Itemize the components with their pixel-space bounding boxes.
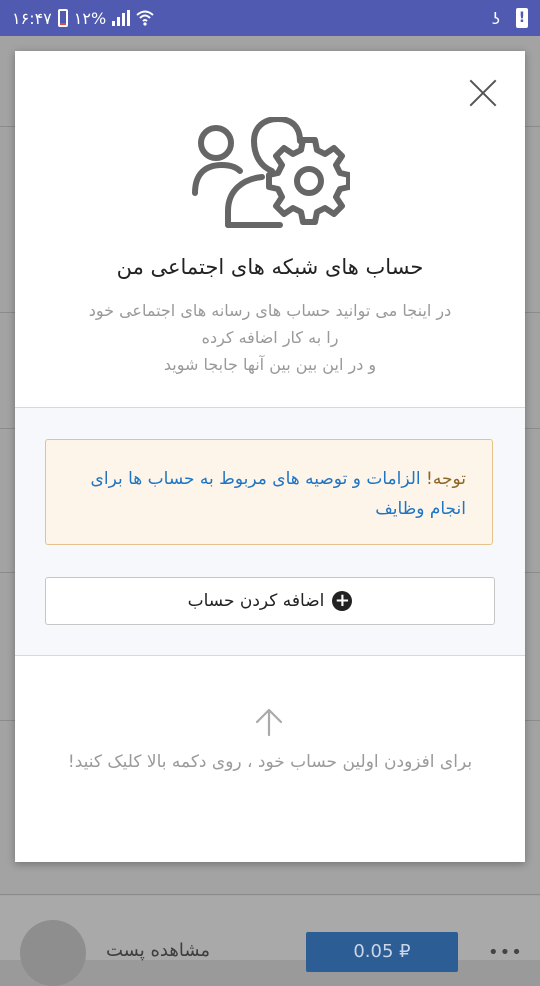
divider xyxy=(15,655,525,656)
status-left: ۱۶:۴۷ ۱۲% xyxy=(12,9,154,28)
signal-icon xyxy=(112,10,131,26)
notice-label: توجه! xyxy=(426,469,466,489)
status-right: ʖ ! xyxy=(492,8,528,28)
clock: ۱۶:۴۷ xyxy=(12,8,52,28)
description-line: در اینجا می توانید حساب های رسانه های اج… xyxy=(88,301,452,320)
price-button: 0.05 ₽ xyxy=(306,932,458,972)
arrow-up-icon xyxy=(255,708,283,737)
battery-fill xyxy=(59,23,66,25)
empty-state-hint: برای افزودن اولین حساب خود ، روی دکمه با… xyxy=(67,752,473,772)
status-bar: ۱۶:۴۷ ۱۲% ʖ ! xyxy=(0,0,540,36)
battery-alert-icon: ! xyxy=(516,8,528,28)
close-icon[interactable] xyxy=(469,79,497,107)
battery-percent: ۱۲% xyxy=(73,8,107,28)
notification-icon: ʖ xyxy=(491,8,500,28)
add-account-button[interactable]: + اضافه کردن حساب xyxy=(45,577,495,625)
add-account-label: اضافه کردن حساب xyxy=(187,591,325,611)
users-gear-icon xyxy=(192,117,350,228)
description-line: را به کار اضافه کرده xyxy=(201,328,339,347)
social-accounts-dialog: حساب های شبکه های اجتماعی من در اینجا می… xyxy=(15,51,525,862)
notice-box: توجه! الزامات و توصیه های مربوط به حساب … xyxy=(45,439,493,545)
image-icon xyxy=(20,920,86,986)
plus-circle-icon: + xyxy=(332,591,353,611)
requirements-link[interactable]: الزامات و توصیه های مربوط به حساب ها برا… xyxy=(91,469,466,519)
dialog-description: در اینجا می توانید حساب های رسانه های اج… xyxy=(55,297,485,378)
background-item-label: مشاهده پست xyxy=(106,940,211,961)
dialog-title: حساب های شبکه های اجتماعی من xyxy=(116,255,424,279)
battery-icon xyxy=(57,9,68,27)
divider xyxy=(0,894,540,895)
description-line: و در این بین بین آنها جابجا شوید xyxy=(163,355,377,374)
wifi-icon xyxy=(136,10,154,26)
